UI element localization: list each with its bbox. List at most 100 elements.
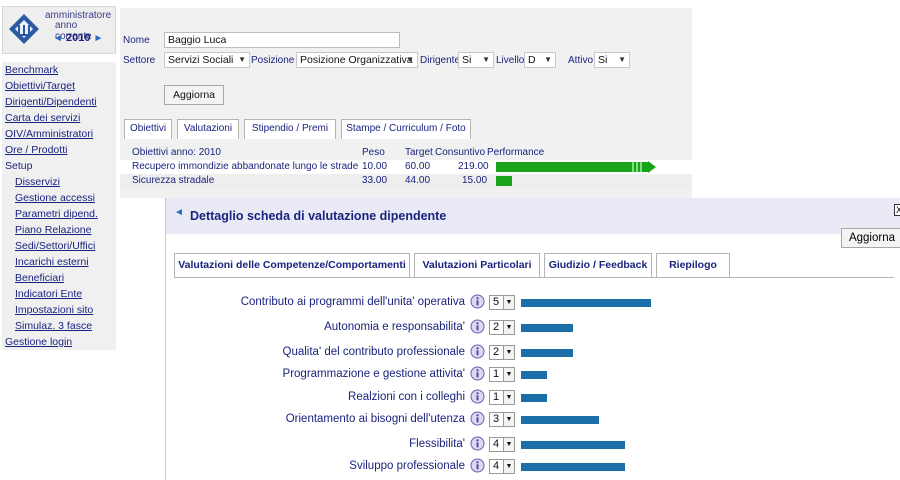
year-selector: ◄ 2010 ► (53, 32, 103, 44)
competency-row: Realzioni con i colleghi 1 ▼ (166, 388, 900, 408)
performance-bar (496, 176, 512, 186)
tab-stipendio-premi[interactable]: Stipendio / Premi (244, 119, 336, 139)
close-icon[interactable]: X (894, 204, 900, 216)
sidebar-item-simulaz-3-fasce[interactable]: Simulaz. 3 fasce (2, 318, 116, 334)
score-bar (521, 463, 625, 471)
modal-header: ◄ Dettaglio scheda di valutazione dipend… (166, 198, 900, 234)
sidebar-item-parametri-dipend[interactable]: Parametri dipend. (2, 206, 116, 222)
attivo-value: Si (598, 54, 608, 66)
score-value: 5 (493, 296, 500, 308)
table-row: Recupero immondizie abbandonate lungo le… (120, 160, 692, 174)
info-icon[interactable] (470, 319, 485, 334)
competency-label: Autonomia e responsabilita' (324, 321, 465, 333)
info-icon[interactable] (470, 344, 485, 359)
year-prev-icon[interactable]: ◄ (53, 33, 63, 44)
sidebar-item-obiettivi-target[interactable]: Obiettivi/Target (2, 78, 116, 94)
score-value: 2 (493, 346, 500, 358)
chevron-down-icon: ▼ (503, 460, 514, 473)
chevron-down-icon: ▼ (618, 55, 626, 64)
tab-riepilogo[interactable]: Riepilogo (656, 253, 730, 277)
chevron-down-icon: ▼ (503, 346, 514, 359)
sidebar-item-sedi-settori-uffici[interactable]: Sedi/Settori/Uffici (2, 238, 116, 254)
tab-competenze[interactable]: Valutazioni delle Competenze/Comportamen… (174, 253, 410, 277)
score-select[interactable]: 2 ▼ (489, 320, 515, 335)
settore-select[interactable]: Servizi Sociali ▼ (164, 52, 250, 68)
competency-row: Qualita' del contributo professionale 2 ▼ (166, 343, 900, 363)
settore-value: Servizi Sociali (168, 54, 234, 66)
objective-name: Sicurezza stradale (132, 175, 215, 186)
building-emblem-icon (9, 14, 39, 44)
posizione-label: Posizione (251, 55, 295, 66)
sidebar-item-impostazioni-sito[interactable]: Impostazioni sito (2, 302, 116, 318)
modal-update-button[interactable]: Aggiorna (841, 228, 900, 248)
evaluation-detail-modal: ◄ Dettaglio scheda di valutazione dipend… (165, 198, 900, 480)
chevron-down-icon: ▼ (503, 321, 514, 334)
performance-bar (496, 162, 648, 172)
settore-label: Settore (123, 55, 156, 66)
score-select[interactable]: 2 ▼ (489, 345, 515, 360)
livello-select[interactable]: D ▼ (524, 52, 556, 68)
competency-row: Orientamento ai bisogni dell'utenza 3 ▼ (166, 410, 900, 430)
year-next-icon[interactable]: ► (94, 33, 104, 44)
chevron-down-icon: ▼ (482, 55, 490, 64)
score-select[interactable]: 3 ▼ (489, 412, 515, 427)
sidebar-item-piano-relazione[interactable]: Piano Relazione (2, 222, 116, 238)
score-select[interactable]: 4 ▼ (489, 459, 515, 474)
competency-label: Orientamento ai bisogni dell'utenza (285, 413, 465, 425)
objective-consuntivo: 15.00 (462, 175, 488, 186)
sidebar-item-beneficiari[interactable]: Beneficiari (2, 270, 116, 286)
overflow-marker (630, 162, 644, 172)
chevron-down-icon: ▼ (503, 438, 514, 451)
sidebar: amministratore anno corrente ◄ 2010 ► Be… (0, 0, 118, 480)
info-icon[interactable] (470, 411, 485, 426)
posizione-select[interactable]: Posizione Organizzativa ▼ (296, 52, 418, 68)
competency-row: Autonomia e responsabilita' 2 ▼ (166, 318, 900, 338)
competency-row: Sviluppo professionale 4 ▼ (166, 457, 900, 477)
objective-peso: 33.00 (362, 175, 388, 186)
score-select[interactable]: 4 ▼ (489, 437, 515, 452)
score-select[interactable]: 1 ▼ (489, 367, 515, 382)
info-icon[interactable] (470, 458, 485, 473)
chevron-down-icon: ▼ (406, 55, 414, 64)
score-value: 4 (493, 438, 500, 450)
nav-menu: Benchmark Obiettivi/Target Dirigenti/Dipen… (2, 62, 116, 350)
score-select[interactable]: 5 ▼ (489, 295, 515, 310)
sidebar-item-ore-prodotti[interactable]: Ore / Prodotti (2, 142, 116, 158)
chevron-down-icon: ▼ (503, 391, 514, 404)
chevron-down-icon: ▼ (503, 413, 514, 426)
tab-giudizio-feedback[interactable]: Giudizio / Feedback (544, 253, 652, 277)
tab-valutazioni-particolari[interactable]: Valutazioni Particolari (414, 253, 540, 277)
score-bar (521, 349, 573, 357)
score-select[interactable]: 1 ▼ (489, 390, 515, 405)
sidebar-item-disservizi[interactable]: Disservizi (2, 174, 116, 190)
sidebar-item-indicatori-ente[interactable]: Indicatori Ente (2, 286, 116, 302)
info-icon[interactable] (470, 366, 485, 381)
modal-title: Dettaglio scheda di valutazione dipenden… (190, 209, 447, 223)
info-icon[interactable] (470, 389, 485, 404)
tab-obiettivi[interactable]: Obiettivi (124, 119, 172, 139)
sidebar-item-benchmark[interactable]: Benchmark (2, 62, 116, 78)
competency-label: Programmazione e gestione attivita' (282, 368, 465, 380)
objective-target: 60.00 (405, 161, 431, 172)
update-button[interactable]: Aggiorna (164, 85, 224, 105)
sidebar-item-dirigenti-dipendenti[interactable]: Dirigenti/Dipendenti (2, 94, 116, 110)
nome-input[interactable]: Baggio Luca (164, 32, 400, 48)
consuntivo-header: Consuntivo (435, 147, 486, 158)
score-bar (521, 299, 651, 307)
sidebar-item-oiv-amministratori[interactable]: OIV/Amministratori (2, 126, 116, 142)
tab-stampe-curriculum[interactable]: Stampe / Curriculum / Foto (341, 119, 471, 139)
chevron-down-icon: ▼ (544, 55, 552, 64)
attivo-select[interactable]: Si ▼ (594, 52, 630, 68)
sidebar-item-gestione-accessi[interactable]: Gestione accessi (2, 190, 116, 206)
sidebar-item-incarichi-esterni[interactable]: Incarichi esterni (2, 254, 116, 270)
sidebar-item-carta-dei-servizi[interactable]: Carta dei servizi (2, 110, 116, 126)
score-bar (521, 324, 573, 332)
tab-valutazioni[interactable]: Valutazioni (177, 119, 239, 139)
info-icon[interactable] (470, 436, 485, 451)
score-value: 3 (493, 413, 500, 425)
sidebar-item-gestione-login[interactable]: Gestione login (2, 334, 116, 350)
nome-label: Nome (123, 35, 150, 46)
info-icon[interactable] (470, 294, 485, 309)
dirigente-select[interactable]: Si ▼ (458, 52, 494, 68)
chevron-down-icon: ▼ (238, 55, 246, 64)
